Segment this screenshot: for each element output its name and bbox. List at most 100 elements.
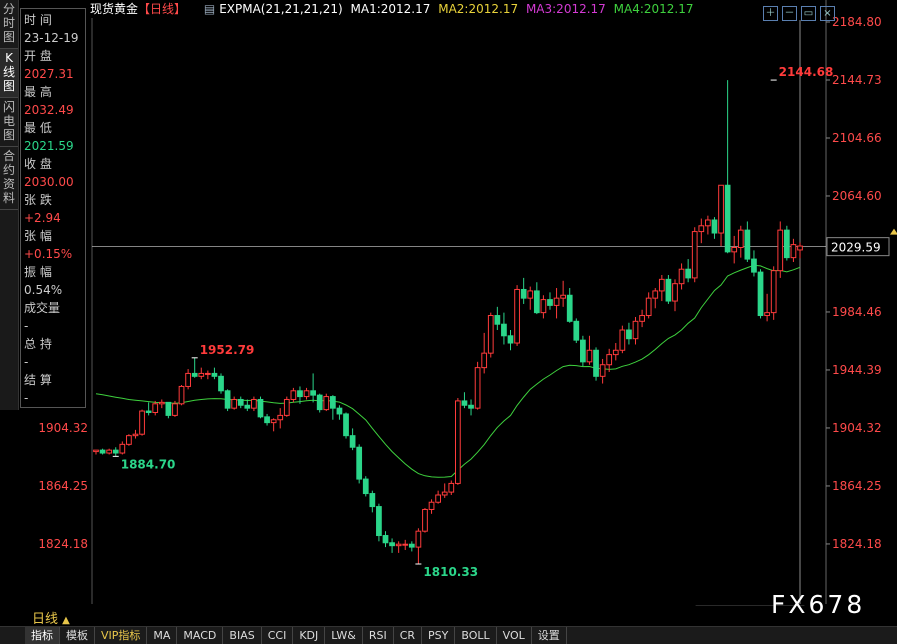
candle-body — [658, 278, 665, 292]
candle-body — [172, 403, 178, 416]
period-selector[interactable]: 日线 ▲ — [32, 608, 70, 627]
tab-ma[interactable]: MA — [147, 627, 178, 644]
candle-body — [283, 398, 290, 416]
side-tab-flash[interactable]: 闪电图 — [0, 98, 18, 147]
tab-template[interactable]: 模板 — [60, 627, 95, 644]
candle-body — [422, 508, 428, 532]
candle-body — [244, 404, 251, 409]
tab-rsi[interactable]: RSI — [363, 627, 394, 644]
candle-body — [731, 247, 738, 253]
candle — [586, 335, 593, 365]
candle — [718, 184, 724, 247]
candle — [705, 215, 711, 235]
low-label: 最 低 — [24, 121, 52, 135]
candle-body — [441, 491, 448, 496]
indicator-icon: ▤ — [203, 2, 216, 16]
candle — [737, 225, 744, 258]
candle — [783, 225, 790, 261]
instrument-name: 现货黄金 — [90, 2, 139, 16]
tab-settings[interactable]: 设置 — [532, 627, 567, 644]
close-value: 2030.00 — [24, 175, 74, 189]
candle-body — [474, 367, 481, 409]
open-interest-value: - — [24, 355, 29, 369]
candle-body — [520, 288, 527, 299]
candle-body — [145, 410, 152, 414]
candle — [441, 483, 448, 498]
tab-cci[interactable]: CCI — [262, 627, 294, 644]
price-annotations: 2144.68 1952.79 1884.70 1810.33 — [112, 65, 833, 579]
tab-boll[interactable]: BOLL — [455, 627, 497, 644]
candle-body — [415, 530, 422, 548]
tab-lw[interactable]: LW& — [325, 627, 363, 644]
candle-body — [303, 390, 310, 398]
tab-indicator[interactable]: 指标 — [25, 627, 60, 644]
chart-toolbar: ＋ － ▭ × — [763, 1, 839, 21]
candle — [520, 277, 527, 304]
ma4-value: MA4:2012.17 — [613, 2, 694, 16]
candle-body — [336, 407, 343, 415]
candlestick-series[interactable] — [93, 80, 803, 564]
tab-macd[interactable]: MACD — [177, 627, 224, 644]
volume-value: - — [24, 319, 29, 333]
candle — [685, 259, 692, 283]
candle — [514, 285, 520, 346]
candle-body — [224, 390, 231, 409]
candle — [606, 348, 613, 372]
candle-body — [277, 414, 284, 421]
candle — [369, 490, 376, 513]
candle — [323, 393, 330, 412]
side-tab-contract-info[interactable]: 合约资料 — [0, 147, 18, 210]
y-axis-tick-label: 1864.25 — [832, 479, 882, 493]
side-tab-kline[interactable]: K线图 — [0, 49, 18, 98]
candle-body — [606, 354, 613, 366]
candle-body — [751, 258, 757, 273]
amplitude-label: 振 幅 — [24, 265, 52, 279]
candle — [211, 367, 218, 380]
candle — [283, 396, 290, 417]
candle-body — [573, 320, 580, 341]
side-tab-timeshare[interactable]: 分时图 — [0, 0, 18, 49]
y-axis-tick-label: 2064.60 — [832, 189, 882, 203]
change-value: +2.94 — [24, 211, 61, 225]
candle — [751, 250, 757, 277]
candle-body — [158, 401, 165, 405]
close-icon[interactable]: × — [820, 6, 835, 21]
candle — [553, 288, 560, 319]
candle-body — [435, 494, 441, 503]
candle-body — [593, 349, 599, 377]
candle-body — [501, 323, 507, 337]
candle-body — [619, 329, 626, 351]
candle — [395, 541, 402, 553]
candle — [593, 347, 599, 381]
candle-body — [257, 398, 264, 418]
candle-body — [211, 372, 218, 377]
indicator-name[interactable]: EXPMA(21,21,21,21) — [219, 2, 343, 16]
tab-cr[interactable]: CR — [394, 627, 423, 644]
zoom-out-icon[interactable]: － — [782, 6, 797, 21]
close-label: 收 盘 — [24, 157, 52, 171]
candle-body — [93, 449, 99, 453]
chart-grid — [91, 0, 827, 604]
tab-vol[interactable]: VOL — [497, 627, 532, 644]
candle — [658, 275, 665, 302]
candle-body — [349, 435, 356, 448]
candle — [244, 399, 251, 412]
candle-body — [718, 184, 724, 234]
candle — [204, 370, 211, 380]
candle — [389, 538, 395, 553]
tab-vip-indicator[interactable]: VIP指标 — [95, 627, 148, 644]
candle-body — [777, 229, 784, 272]
price-marker-icon — [890, 228, 897, 235]
crosshair-price-label: 2029.59 — [831, 241, 881, 255]
tab-bias[interactable]: BIAS — [223, 627, 262, 644]
tab-psy[interactable]: PSY — [422, 627, 456, 644]
restore-icon[interactable]: ▭ — [801, 6, 816, 21]
zoom-in-icon[interactable]: ＋ — [763, 6, 778, 21]
candle-body — [356, 446, 363, 480]
period-bar: 日线 ▲ — [0, 606, 897, 627]
candle-body — [237, 398, 244, 406]
candle — [711, 217, 718, 239]
candle — [527, 286, 534, 310]
candle — [599, 358, 606, 384]
tab-kdj[interactable]: KDJ — [293, 627, 326, 644]
